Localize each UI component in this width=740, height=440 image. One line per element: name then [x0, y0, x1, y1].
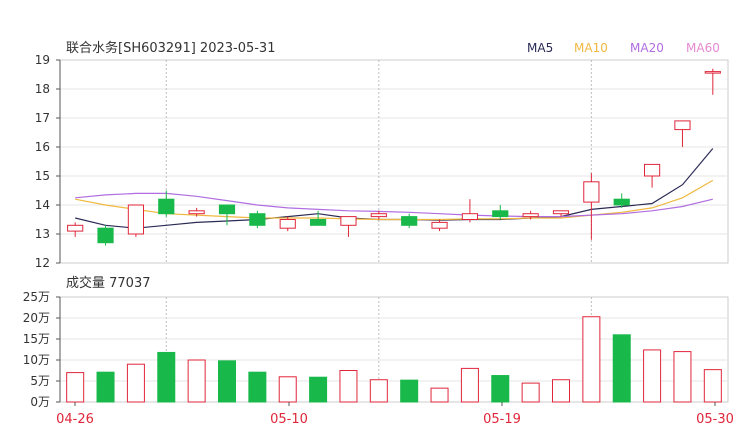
volume-bar — [126, 363, 145, 403]
volume-bars — [66, 316, 722, 403]
volume-tick-label: 20万 — [23, 311, 50, 325]
candle-body — [431, 221, 448, 229]
legend-ma60: MA60 — [686, 41, 720, 55]
volume-tick-label: 5万 — [30, 374, 50, 388]
volume-bar — [460, 367, 479, 403]
price-tick-label: 15 — [35, 169, 50, 183]
candle — [492, 205, 509, 220]
date-tick-label: 04-26 — [56, 412, 94, 427]
candle-body — [67, 224, 84, 232]
date-tick-label: 05-30 — [696, 412, 734, 427]
candle-body — [158, 198, 175, 215]
volume-bar — [96, 371, 115, 403]
volume-bar — [157, 351, 176, 403]
price-tick-label: 18 — [35, 82, 50, 96]
candle-body — [401, 216, 418, 226]
volume-bar — [703, 369, 722, 403]
legend-ma5: MA5 — [527, 41, 553, 55]
price-frame — [59, 59, 729, 264]
volume-tick-label: 0万 — [30, 395, 50, 409]
volume-bar — [673, 351, 692, 403]
moving-average-lines — [75, 148, 714, 229]
candle-body — [218, 204, 236, 215]
candle-body — [461, 213, 478, 220]
volume-bar — [309, 376, 328, 403]
volume-bar — [521, 382, 540, 403]
candle — [644, 163, 661, 188]
volume-bar — [339, 370, 358, 403]
candle-body — [249, 213, 266, 226]
candle — [461, 199, 478, 223]
volume-bar — [643, 349, 662, 403]
legend-ma20: MA20 — [630, 41, 664, 55]
candle — [401, 213, 418, 229]
candle-body — [522, 213, 539, 218]
price-tick-label: 17 — [35, 111, 50, 125]
candle-body — [188, 210, 205, 215]
volume-bar — [582, 316, 601, 403]
price-y-axis: 19 18 17 16 15 14 13 12 — [35, 53, 61, 270]
volume-bar — [430, 387, 449, 403]
volume-bar — [187, 359, 206, 403]
volume-bar — [551, 379, 571, 403]
candle — [674, 120, 691, 147]
candle — [218, 204, 236, 226]
candle-body — [583, 181, 600, 203]
chart-canvas: 联合水务[SH603291] 2023-05-31 MA5 MA10 MA20 MA6… — [23, 40, 734, 427]
candle — [249, 210, 266, 229]
volume-bar — [248, 371, 267, 403]
volume-tick-label: 25万 — [23, 290, 50, 304]
price-tick-label: 14 — [35, 198, 50, 212]
candle — [127, 204, 144, 237]
candle-body — [279, 219, 296, 229]
candle-body — [127, 204, 144, 235]
volume-tick-label: 15万 — [23, 332, 50, 346]
volume-bar — [369, 379, 388, 403]
date-tick-label: 05-10 — [270, 412, 308, 427]
volume-y-axis: 25万 20万 15万 10万 5万 0万 — [23, 290, 61, 409]
candle — [583, 173, 600, 240]
date-tick-label: 05-19 — [483, 412, 521, 427]
candle-body — [613, 198, 630, 206]
price-grid — [59, 59, 729, 264]
legend-ma10: MA10 — [574, 41, 608, 55]
candle-body — [492, 210, 509, 218]
candle-body — [97, 227, 114, 244]
price-tick-label: 16 — [35, 140, 50, 154]
ma-legend: MA5 MA10 MA20 MA60 — [527, 41, 720, 55]
candle — [67, 222, 84, 237]
candle-body — [704, 71, 721, 74]
stock-chart-panel: 联合水务[SH603291] 2023-05-31 MA5 MA10 MA20 MA6… — [0, 0, 740, 440]
volume-tick-label: 10万 — [23, 353, 50, 367]
candle-body — [674, 120, 691, 131]
price-tick-label: 19 — [35, 53, 50, 67]
candle-body — [644, 163, 661, 177]
stock-title: 联合水务[SH603291] 2023-05-31 — [66, 40, 275, 56]
candle-body — [552, 210, 570, 215]
volume-bar — [66, 372, 85, 403]
candle-body — [370, 213, 387, 218]
date-axis: 04-26 05-10 05-19 05-30 — [56, 402, 734, 427]
price-tick-label: 12 — [35, 256, 50, 270]
candle — [431, 219, 448, 232]
volume-bar — [278, 376, 297, 403]
candle — [704, 68, 721, 95]
volume-title: 成交量 77037 — [66, 275, 151, 291]
candle-body — [310, 219, 327, 226]
volume-bar — [217, 360, 237, 403]
volume-bar — [612, 334, 631, 403]
candle-body — [340, 216, 357, 226]
volume-bar — [400, 379, 419, 403]
series-line-ma5 — [75, 148, 714, 229]
volume-bar — [491, 375, 510, 403]
candle — [279, 216, 296, 232]
price-tick-label: 13 — [35, 227, 50, 241]
candle — [97, 225, 114, 246]
